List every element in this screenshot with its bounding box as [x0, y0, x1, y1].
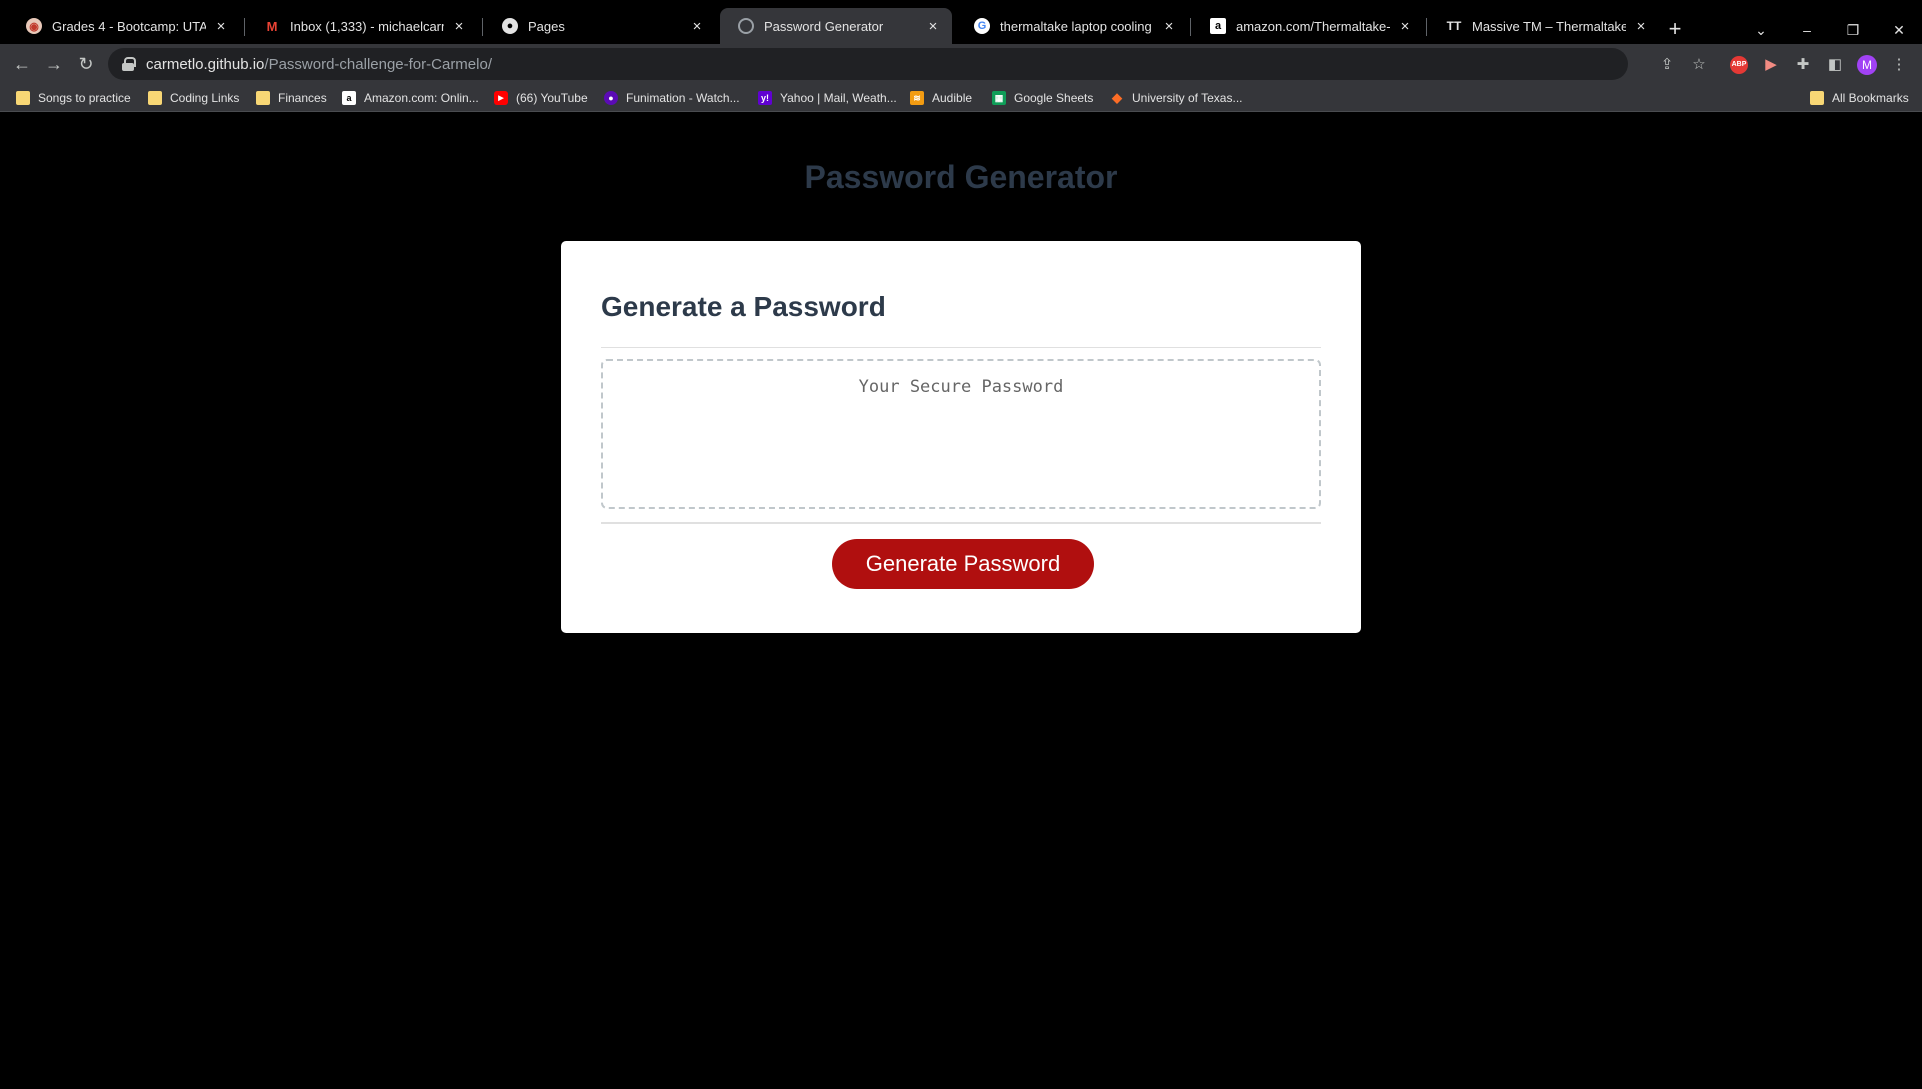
- tab-grades[interactable]: ◉ Grades 4 - Bootcamp: UTA-VIRT ×: [8, 8, 240, 44]
- divider: [601, 347, 1321, 348]
- tab-password-generator[interactable]: Password Generator ×: [720, 8, 952, 44]
- password-output[interactable]: [601, 359, 1321, 509]
- tab-google-search[interactable]: G thermaltake laptop cooling pad ×: [956, 8, 1188, 44]
- address-bar[interactable]: carmetlo.github.io/Password-challenge-fo…: [108, 48, 1628, 80]
- new-tab-button[interactable]: +: [1661, 16, 1689, 44]
- bookmark-label: (66) YouTube: [516, 91, 588, 105]
- amazon-icon: a: [1210, 18, 1226, 34]
- tab-title: Grades 4 - Bootcamp: UTA-VIRT: [52, 18, 206, 34]
- folder-icon: [148, 91, 162, 105]
- folder-icon: [256, 91, 270, 105]
- share-icon[interactable]: ⇪: [1656, 54, 1678, 76]
- bookmark-google-sheets[interactable]: ▦ Google Sheets: [992, 84, 1093, 112]
- audible-icon: ≋: [910, 91, 924, 105]
- close-tab-icon[interactable]: ×: [450, 18, 468, 35]
- tab-strip: ◉ Grades 4 - Bootcamp: UTA-VIRT × M Inbo…: [0, 8, 1922, 44]
- minimize-icon[interactable]: –: [1784, 16, 1830, 46]
- browser-toolbar: ← → ↻ carmetlo.github.io/Password-challe…: [0, 44, 1922, 84]
- card-header: Generate a Password: [601, 291, 886, 322]
- extension-video-icon[interactable]: ▶: [1760, 54, 1782, 76]
- tab-divider: [482, 18, 483, 36]
- page-viewport: Password Generator Generate a Password G…: [0, 113, 1922, 1089]
- close-tab-icon[interactable]: ×: [1632, 18, 1650, 35]
- tab-divider: [1190, 18, 1191, 36]
- bookmark-songs-to-practice[interactable]: Songs to practice: [16, 84, 131, 112]
- close-tab-icon[interactable]: ×: [1396, 18, 1414, 35]
- lock-icon[interactable]: [122, 57, 136, 71]
- close-tab-icon[interactable]: ×: [212, 18, 230, 35]
- folder-icon: [1810, 91, 1824, 105]
- bookmark-label: Coding Links: [170, 91, 240, 105]
- tab-divider: [244, 18, 245, 36]
- canvas-icon: ◉: [26, 18, 42, 34]
- bookmark-amazon[interactable]: a Amazon.com: Onlin...: [342, 84, 479, 112]
- bookmark-finances[interactable]: Finances: [256, 84, 327, 112]
- password-card: Generate a Password Generate Password: [561, 241, 1361, 633]
- bookmark-label: Amazon.com: Onlin...: [364, 91, 479, 105]
- thermaltake-icon: TT: [1446, 19, 1462, 33]
- bookmark-label: Google Sheets: [1014, 91, 1094, 105]
- tab-title: Massive TM – Thermaltake USA: [1472, 18, 1626, 34]
- tab-gmail[interactable]: M Inbox (1,333) - michaelcarmelo ×: [246, 8, 478, 44]
- bookmark-label: Finances: [278, 91, 327, 105]
- restore-icon[interactable]: ❐: [1830, 16, 1876, 46]
- tab-thermaltake[interactable]: TT Massive TM – Thermaltake USA ×: [1428, 8, 1660, 44]
- bookmark-label: All Bookmarks: [1832, 91, 1909, 105]
- side-panel-icon[interactable]: ◧: [1824, 54, 1846, 76]
- bookmark-label: Audible: [932, 91, 973, 105]
- tab-title: Password Generator: [764, 18, 884, 34]
- youtube-icon: ▶: [494, 91, 508, 105]
- extensions-puzzle-icon[interactable]: ✚: [1792, 54, 1814, 76]
- bookmark-label: Songs to practice: [38, 91, 131, 105]
- sheets-icon: ▦: [992, 91, 1006, 105]
- bookmark-all-bookmarks[interactable]: All Bookmarks: [1810, 84, 1909, 112]
- amazon-icon: a: [342, 91, 356, 105]
- bookmark-university-of-texas[interactable]: ◆ University of Texas...: [1110, 84, 1242, 112]
- browser-window: ◉ Grades 4 - Bootcamp: UTA-VIRT × M Inbo…: [0, 0, 1922, 1089]
- tab-title: Inbox (1,333) - michaelcarmelo: [290, 18, 444, 34]
- folder-icon: [16, 91, 30, 105]
- google-icon: G: [974, 18, 990, 34]
- bookmark-star-icon[interactable]: ☆: [1688, 54, 1710, 76]
- funimation-icon: ●: [604, 91, 618, 105]
- close-tab-icon[interactable]: ×: [688, 18, 706, 35]
- bookmark-label: University of Texas...: [1132, 91, 1243, 105]
- page-title: Password Generator: [804, 159, 1118, 195]
- tab-divider: [1426, 18, 1427, 36]
- bookmark-label: Funimation - Watch...: [626, 91, 740, 105]
- bookmark-coding-links[interactable]: Coding Links: [148, 84, 239, 112]
- reload-icon[interactable]: ↻: [74, 52, 98, 76]
- profile-avatar[interactable]: M: [1857, 55, 1877, 75]
- tab-title: amazon.com/Thermaltake-Alum: [1236, 18, 1390, 34]
- divider: [601, 522, 1321, 524]
- bookmark-label: Yahoo | Mail, Weath...: [780, 91, 897, 105]
- adblock-icon[interactable]: ABP: [1730, 56, 1748, 74]
- bookmark-youtube[interactable]: ▶ (66) YouTube: [494, 84, 588, 112]
- menu-kebab-icon[interactable]: ⋮: [1888, 54, 1910, 76]
- url-path: /Password-challenge-for-Carmelo/: [264, 55, 492, 73]
- github-icon: ●: [502, 18, 518, 34]
- globe-icon: [738, 18, 754, 34]
- bookmark-funimation[interactable]: ● Funimation - Watch...: [604, 84, 740, 112]
- bookmark-audible[interactable]: ≋ Audible: [910, 84, 972, 112]
- generate-password-button[interactable]: Generate Password: [832, 539, 1094, 589]
- tab-search-icon[interactable]: ⌄: [1738, 16, 1784, 46]
- yahoo-icon: y!: [758, 91, 772, 105]
- tab-title: Pages: [528, 18, 565, 34]
- url-host: carmetlo.github.io: [146, 55, 265, 73]
- close-window-icon[interactable]: ✕: [1876, 16, 1922, 46]
- bookmarks-bar: Songs to practice Coding Links Finances …: [0, 84, 1922, 112]
- tab-amazon[interactable]: a amazon.com/Thermaltake-Alum ×: [1192, 8, 1424, 44]
- gitlab-icon: ◆: [1112, 90, 1122, 105]
- close-tab-icon[interactable]: ×: [1160, 18, 1178, 35]
- gmail-icon: M: [266, 18, 278, 34]
- tab-pages[interactable]: ● Pages ×: [484, 8, 716, 44]
- back-icon[interactable]: ←: [10, 52, 34, 76]
- tab-title: thermaltake laptop cooling pad: [1000, 18, 1154, 34]
- forward-icon[interactable]: →: [42, 52, 66, 76]
- bookmark-yahoo[interactable]: y! Yahoo | Mail, Weath...: [758, 84, 897, 112]
- close-tab-icon[interactable]: ×: [924, 18, 942, 35]
